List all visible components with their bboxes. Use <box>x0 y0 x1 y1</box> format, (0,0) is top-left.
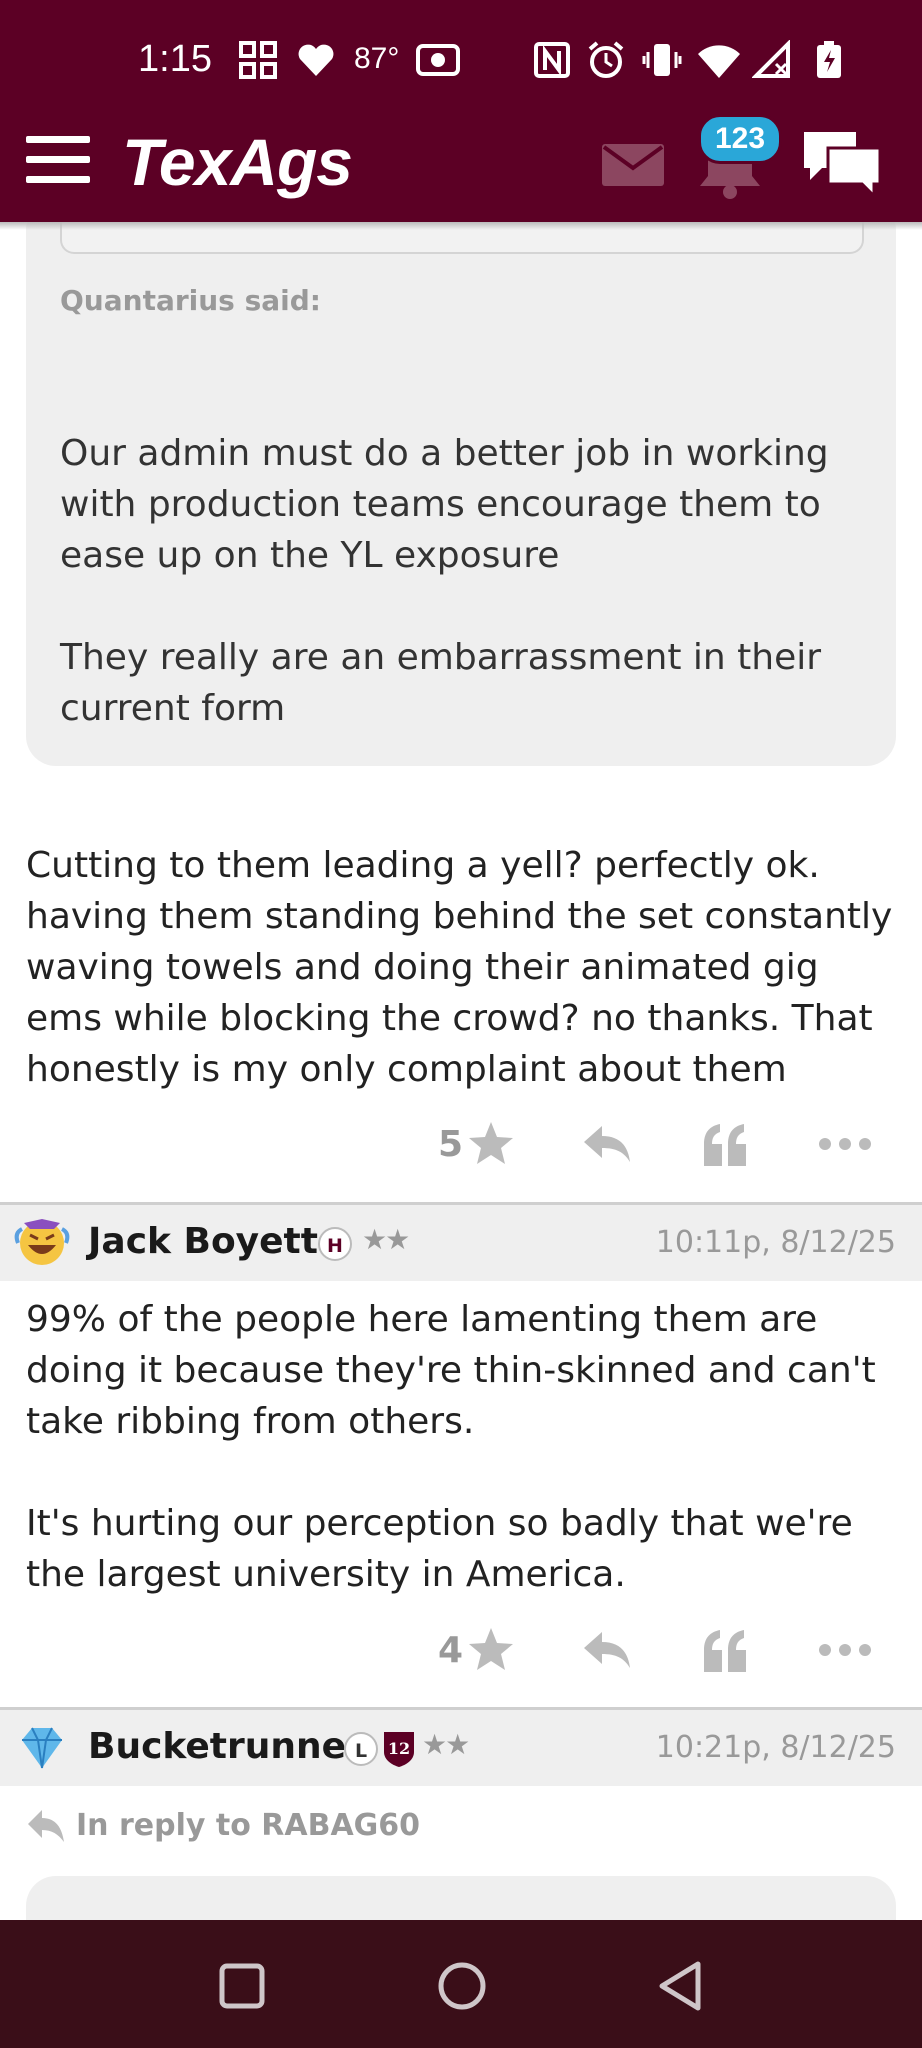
system-nav-bar <box>0 1920 922 2048</box>
signal-icon <box>752 40 790 78</box>
quote-icon[interactable] <box>702 1628 748 1672</box>
post-timestamp: 10:11p, 8/12/25 <box>655 1225 896 1260</box>
reply-icon <box>28 1810 64 1842</box>
post-actions: 5 <box>0 1116 922 1176</box>
shield-number: 12 <box>388 1739 410 1758</box>
in-reply-to-label: In reply to RABAG60 <box>76 1808 421 1843</box>
chat-icon[interactable] <box>800 128 884 200</box>
star-icon[interactable] <box>468 1626 514 1672</box>
rating-count: 4 <box>438 1630 464 1671</box>
avatar[interactable] <box>14 1215 70 1271</box>
user-stars: ★★ <box>422 1728 470 1761</box>
star-icon[interactable] <box>468 1120 514 1166</box>
username[interactable]: Bucketrunner <box>88 1726 364 1767</box>
reply-icon[interactable] <box>582 1630 632 1670</box>
nfc-icon <box>534 42 570 78</box>
rating-count: 5 <box>438 1124 464 1165</box>
post-body: Cutting to them leading a yell? perfectl… <box>26 845 893 1090</box>
quote-paragraph: They really are an embarrassment in thei… <box>60 637 822 729</box>
home-button-icon[interactable] <box>434 1958 490 2014</box>
more-options-icon[interactable] <box>818 1640 872 1660</box>
vibrate-icon <box>642 44 682 76</box>
status-bar: 1:15 87° <box>0 0 922 126</box>
diamond-avatar-icon[interactable] <box>14 1720 70 1776</box>
quote-author: Quantarius said: <box>60 284 321 317</box>
more-options-icon[interactable] <box>818 1134 872 1154</box>
wifi-icon <box>698 45 740 78</box>
mail-icon[interactable] <box>602 144 664 186</box>
grid-icon <box>239 41 277 79</box>
header-shadow <box>0 222 922 230</box>
recents-button-icon[interactable] <box>214 1958 270 2014</box>
menu-icon[interactable] <box>26 136 90 184</box>
post-paragraph: It's hurting our perception so badly tha… <box>26 1503 853 1595</box>
post-timestamp: 10:21p, 8/12/25 <box>655 1730 896 1765</box>
status-temperature: 87° <box>354 42 400 75</box>
quote-paragraph: Our admin must do a better job in workin… <box>60 433 829 576</box>
shield-icon: 12 <box>384 1732 414 1767</box>
back-button-icon[interactable] <box>654 1958 710 2014</box>
quote-icon[interactable] <box>702 1122 748 1166</box>
quote-text: Our admin must do a better job in workin… <box>60 428 860 734</box>
post-header: Jack Boyette H ★★ 10:11p, 8/12/25 <box>0 1205 922 1281</box>
post-paragraph: 99% of the people here lamenting them ar… <box>26 1299 876 1442</box>
user-stars: ★★ <box>362 1223 410 1256</box>
post-body: 99% of the people here lamenting them ar… <box>26 1294 906 1600</box>
reply-icon[interactable] <box>582 1124 632 1164</box>
notification-count-badge[interactable]: 123 <box>698 114 782 164</box>
status-time: 1:15 <box>138 38 212 80</box>
user-badge: L <box>344 1732 378 1766</box>
post-header: Bucketrunner L 12 ★★ 10:21p, 8/12/25 <box>0 1710 922 1786</box>
user-badge: H <box>318 1227 352 1261</box>
alarm-icon <box>588 41 624 78</box>
username[interactable]: Jack Boyette <box>88 1221 342 1262</box>
camera-icon <box>416 44 460 76</box>
texags-logo[interactable]: TexAgs <box>122 124 353 200</box>
post-actions: 4 <box>0 1622 922 1682</box>
heart-icon <box>298 44 334 76</box>
battery-icon <box>817 41 841 78</box>
